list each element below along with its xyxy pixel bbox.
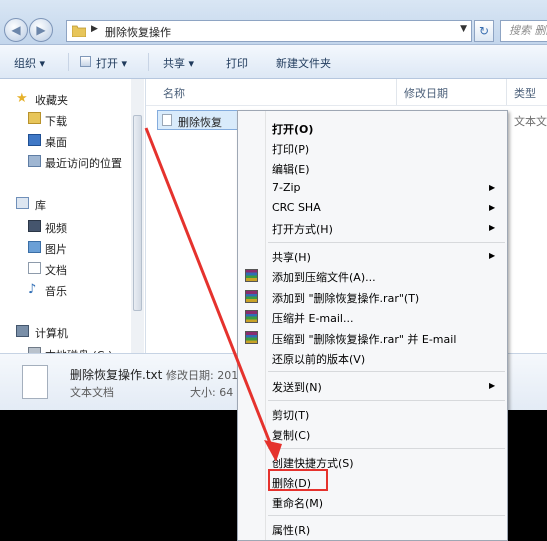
annotation-arrow-icon bbox=[144, 127, 282, 462]
